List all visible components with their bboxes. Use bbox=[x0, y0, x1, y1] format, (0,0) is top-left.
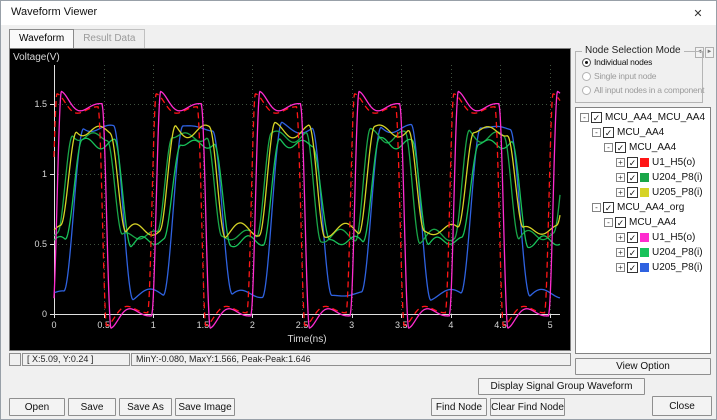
expand-icon[interactable]: + bbox=[616, 173, 625, 182]
node-checkbox[interactable]: ✓ bbox=[627, 262, 638, 273]
tree-node[interactable]: -✓MCU_AA4 bbox=[578, 215, 710, 230]
close-icon[interactable]: ✕ bbox=[680, 1, 716, 25]
tree-node[interactable]: -✓MCU_AA4 bbox=[578, 140, 710, 155]
collapse-icon[interactable]: - bbox=[604, 143, 613, 152]
tab-result-data[interactable]: Result Data bbox=[74, 29, 145, 48]
node-checkbox[interactable]: ✓ bbox=[615, 217, 626, 228]
signal-color-swatch bbox=[640, 248, 649, 257]
tree-node-label: U205_P8(i) bbox=[652, 187, 703, 198]
tree-node[interactable]: +✓ U204_P8(i) bbox=[578, 245, 710, 260]
radio-label: Individual nodes bbox=[594, 57, 652, 67]
expand-icon[interactable]: + bbox=[616, 248, 625, 257]
open-button[interactable]: Open bbox=[9, 398, 65, 416]
collapse-icon[interactable]: - bbox=[580, 113, 589, 122]
waveform-viewer-window: Waveform Viewer ✕ Waveform Result Data [… bbox=[0, 0, 717, 420]
radio-icon bbox=[582, 72, 591, 81]
radio-option-2: All input nodes in a component bbox=[576, 83, 702, 97]
node-selection-options: Individual nodes Single input node All inp… bbox=[576, 52, 702, 97]
find-node-button[interactable]: Find Node bbox=[431, 398, 487, 416]
save-button[interactable]: Save bbox=[68, 398, 116, 416]
cursor-readout: [ X:5.09, Y:0.24 ] bbox=[22, 353, 130, 366]
tree-node-label: U1_H5(o) bbox=[652, 157, 695, 168]
clear-find-node-button[interactable]: Clear Find Node bbox=[490, 398, 565, 416]
node-checkbox[interactable]: ✓ bbox=[627, 232, 638, 243]
tree-node[interactable]: -✓MCU_AA4_org bbox=[578, 200, 710, 215]
node-checkbox[interactable]: ✓ bbox=[591, 112, 602, 123]
status-marker-box bbox=[9, 353, 21, 366]
tree-node-label: U1_H5(o) bbox=[652, 232, 695, 243]
waveform-stats-readout: MinY:-0.080, MaxY:1.566, Peak-Peak:1.646 bbox=[131, 353, 571, 366]
signal-color-swatch bbox=[640, 263, 649, 272]
signal-color-swatch bbox=[640, 158, 649, 167]
collapse-icon[interactable]: - bbox=[604, 218, 613, 227]
signal-color-swatch bbox=[640, 188, 649, 197]
radio-option-0[interactable]: Individual nodes bbox=[576, 55, 702, 69]
tab-strip: Waveform Result Data bbox=[9, 29, 145, 48]
expand-icon[interactable]: + bbox=[616, 188, 625, 197]
expand-icon[interactable]: + bbox=[616, 263, 625, 272]
tree-node[interactable]: -✓MCU_AA4_MCU_AA4 bbox=[578, 110, 710, 125]
tree-node[interactable]: +✓ U1_H5(o) bbox=[578, 230, 710, 245]
tree-node-label: MCU_AA4_org bbox=[617, 202, 684, 213]
scroll-right-icon[interactable]: ► bbox=[705, 47, 714, 58]
save-as-button[interactable]: Save As bbox=[119, 398, 172, 416]
view-option-button[interactable]: View Option bbox=[575, 358, 711, 375]
node-checkbox[interactable]: ✓ bbox=[615, 142, 626, 153]
collapse-icon[interactable]: - bbox=[592, 128, 601, 137]
signal-color-swatch bbox=[640, 233, 649, 242]
signal-color-swatch bbox=[640, 173, 649, 182]
node-checkbox[interactable]: ✓ bbox=[627, 247, 638, 258]
node-checkbox[interactable]: ✓ bbox=[627, 172, 638, 183]
collapse-icon[interactable]: - bbox=[592, 203, 601, 212]
node-selection-mode-group: Node Selection Mode Individual nodesSing… bbox=[575, 51, 703, 103]
expand-icon[interactable]: + bbox=[616, 233, 625, 242]
expand-icon[interactable]: + bbox=[616, 158, 625, 167]
radio-option-1: Single input node bbox=[576, 69, 702, 83]
waveform-chart-area bbox=[9, 48, 571, 351]
display-signal-group-waveform-button[interactable]: Display Signal Group Waveform bbox=[478, 378, 645, 395]
radio-icon bbox=[582, 86, 591, 95]
waveform-canvas[interactable] bbox=[10, 49, 570, 350]
radio-label: Single input node bbox=[594, 71, 656, 81]
tree-node[interactable]: +✓ U204_P8(i) bbox=[578, 170, 710, 185]
tree-node[interactable]: -✓MCU_AA4 bbox=[578, 125, 710, 140]
tree-node-label: MCU_AA4_MCU_AA4 bbox=[605, 112, 705, 123]
tree-node-label: MCU_AA4 bbox=[629, 142, 676, 153]
radio-icon[interactable] bbox=[582, 58, 591, 67]
group-title: Node Selection Mode bbox=[582, 45, 684, 56]
radio-label: All input nodes in a component bbox=[594, 85, 704, 95]
tree-node-label: U204_P8(i) bbox=[652, 247, 703, 258]
tree-node-label: U205_P8(i) bbox=[652, 262, 703, 273]
node-checkbox[interactable]: ✓ bbox=[627, 187, 638, 198]
window-title: Waveform Viewer bbox=[11, 6, 97, 18]
close-button[interactable]: Close bbox=[652, 396, 712, 416]
tree-node[interactable]: +✓ U1_H5(o) bbox=[578, 155, 710, 170]
tree-node-label: MCU_AA4 bbox=[617, 127, 664, 138]
tree-node-label: U204_P8(i) bbox=[652, 172, 703, 183]
tree-node[interactable]: +✓ U205_P8(i) bbox=[578, 185, 710, 200]
title-bar: Waveform Viewer ✕ bbox=[1, 1, 716, 25]
node-checkbox[interactable]: ✓ bbox=[627, 157, 638, 168]
tree-node-label: MCU_AA4 bbox=[629, 217, 676, 228]
save-image-button[interactable]: Save Image bbox=[175, 398, 235, 416]
node-tree: -✓MCU_AA4_MCU_AA4-✓MCU_AA4-✓MCU_AA4+✓U1_… bbox=[575, 107, 711, 354]
tab-waveform[interactable]: Waveform bbox=[9, 29, 74, 48]
node-checkbox[interactable]: ✓ bbox=[603, 202, 614, 213]
tree-node[interactable]: +✓ U205_P8(i) bbox=[578, 260, 710, 275]
node-checkbox[interactable]: ✓ bbox=[603, 127, 614, 138]
